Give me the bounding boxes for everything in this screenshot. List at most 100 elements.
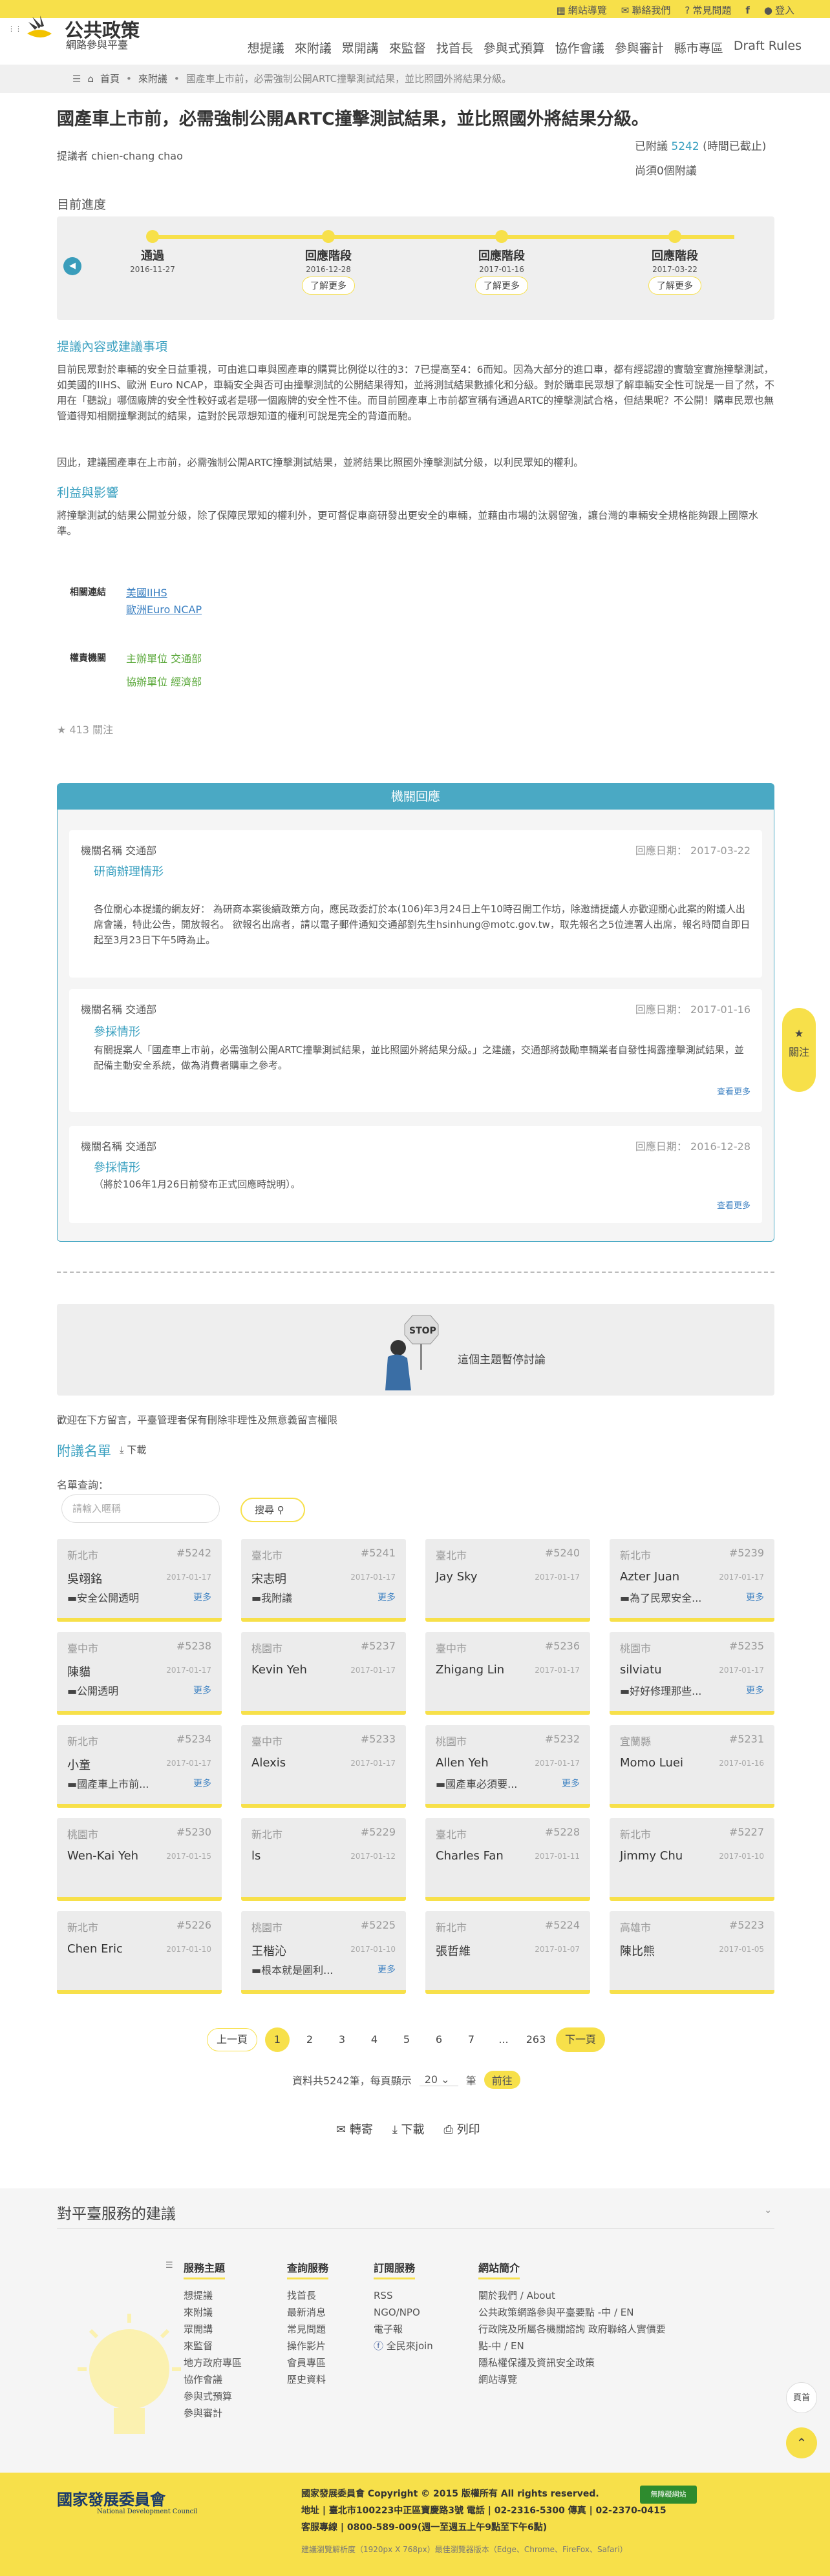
footer-link[interactable]: 隱私權保護及資訊安全政策 — [478, 2354, 672, 2371]
learn-more-button[interactable]: 了解更多 — [302, 277, 355, 295]
download-button[interactable]: ⤓ 下載 — [392, 2120, 425, 2137]
page-ellipsis: ... — [498, 2033, 509, 2046]
page-button[interactable]: 263 — [524, 2027, 548, 2052]
download-icon: ⤓ — [120, 1444, 124, 1456]
learn-more-button[interactable]: 了解更多 — [475, 277, 528, 295]
nav-item[interactable]: 來附議 — [290, 39, 337, 56]
footer-link[interactable]: 眾開講 — [184, 2321, 242, 2338]
footer-link[interactable]: 網站導覽 — [478, 2371, 672, 2388]
signer-card: 新北市 #5239 Azter Juan 2017-01-17 ▬為了民眾安全... 更多 — [610, 1539, 774, 1622]
footer-link[interactable]: 協作會議 — [184, 2371, 242, 2388]
view-more-link[interactable]: 查看更多 — [717, 1085, 750, 1097]
per-page-select[interactable]: 20 ⌄ — [419, 2073, 458, 2086]
nickname-search-input[interactable]: 請輸入暱稱 — [61, 1494, 220, 1523]
accessibility-badge[interactable]: 無障礙網站 — [640, 2486, 697, 2504]
more-link[interactable]: 更多 — [746, 1684, 764, 1697]
footer-link[interactable]: 關於我們 / About — [478, 2287, 672, 2304]
signer-card: 桃園市 #5230 Wen-Kai Yeh 2017-01-15 — [57, 1818, 222, 1901]
breadcrumb-home[interactable]: 首頁 — [100, 72, 120, 85]
stage-response: 回應階段 2017-01-16 了解更多 — [450, 230, 553, 295]
back-to-top-label[interactable]: 頁首 — [786, 2382, 817, 2413]
link-euro-ncap[interactable]: 歐洲Euro NCAP — [126, 601, 202, 616]
chevron-down-icon[interactable]: ⌄ — [764, 2205, 772, 2215]
footer-link[interactable]: NGO/NPO — [374, 2304, 433, 2321]
browser-note: 建議瀏覽解析度（1920px X 768px）最佳瀏覽器版本（Edge、Chro… — [301, 2545, 628, 2554]
nav-item[interactable]: 眾開講 — [337, 39, 384, 56]
nav-item[interactable]: 找首長 — [431, 39, 478, 56]
next-page-button[interactable]: 下一頁 — [556, 2027, 606, 2052]
footer-link[interactable]: 會員專區 — [287, 2354, 328, 2371]
nav-item[interactable]: Draft Rules — [729, 39, 807, 56]
nav-item[interactable]: 參與審計 — [610, 39, 669, 56]
footer-link[interactable]: 參與審計 — [184, 2405, 242, 2422]
page-button[interactable]: 3 — [330, 2027, 354, 2052]
footer-col-search: 查詢服務 找首長 最新消息 常見問題 操作影片 會員專區 歷史資料 — [287, 2259, 329, 2388]
prev-page-button[interactable]: 上一頁 — [207, 2028, 258, 2051]
home-icon[interactable]: ⌂ — [87, 73, 94, 85]
footer-link[interactable]: 找首長 — [287, 2287, 328, 2304]
comment-icon: ▬ — [67, 1685, 78, 1697]
footer-link[interactable]: 公共政策網路參與平臺要點 -中 / EN — [478, 2304, 672, 2321]
footer-link[interactable]: 行政院及所屬各機關諮詢 政府聯絡人實價要點-中 / EN — [478, 2321, 672, 2354]
download-list-button[interactable]: ⤓ 下載 — [120, 1443, 146, 1456]
page-button[interactable]: 1 — [265, 2027, 290, 2052]
comment-snippet: ▬國產車必須要... — [436, 1778, 518, 1790]
nav-item[interactable]: 想提議 — [242, 39, 290, 56]
page-button[interactable]: 5 — [394, 2027, 419, 2052]
footer-link[interactable]: 來附議 — [184, 2304, 242, 2321]
signer-card: 宜蘭縣 #5231 Momo Luei 2017-01-16 — [610, 1725, 774, 1808]
footer-link[interactable]: 參與式預算 — [184, 2388, 242, 2405]
discussion-paused: STOP 這個主題暫停討論 — [57, 1304, 774, 1396]
more-link[interactable]: 更多 — [193, 1591, 211, 1604]
scroll-top-button[interactable]: ⌃ — [786, 2427, 817, 2458]
progress-timeline: ◀ 通過 2016-11-27 回應階段 2016-12-28 了解更多 回應階段 20… — [57, 216, 774, 320]
breadcrumb-section[interactable]: 來附議 — [138, 72, 167, 85]
more-link[interactable]: 更多 — [193, 1777, 211, 1790]
page-button[interactable]: 4 — [362, 2027, 387, 2052]
play-icon[interactable]: ◀ — [63, 257, 81, 275]
ndc-logo[interactable]: 國家發展委員會 — [57, 2487, 165, 2509]
footer-link[interactable]: ⓕ 全民來join — [374, 2338, 433, 2354]
footer-link[interactable]: 地方政府專區 — [184, 2354, 242, 2371]
forward-button[interactable]: ✉ 轉寄 — [336, 2120, 373, 2137]
learn-more-button[interactable]: 了解更多 — [648, 277, 701, 295]
more-link[interactable]: 更多 — [378, 1591, 396, 1604]
nav-item[interactable]: 協作會議 — [550, 39, 610, 56]
page-button[interactable]: 2 — [297, 2027, 322, 2052]
agency-responses: 機關回應 機關名稱 交通部 回應日期： 2017-03-22 研商辦理情形 各位… — [57, 783, 774, 1242]
side-follow-button[interactable]: ★ 關注 — [782, 1008, 816, 1092]
footer-link[interactable]: RSS — [374, 2287, 433, 2304]
comment-icon: ▬ — [251, 1592, 262, 1604]
nav-item[interactable]: 縣市專區 — [669, 39, 729, 56]
more-link[interactable]: 更多 — [746, 1591, 764, 1604]
page-button[interactable]: 6 — [427, 2027, 451, 2052]
print-button[interactable]: ⎙ 列印 — [444, 2120, 480, 2137]
more-link[interactable]: 更多 — [193, 1684, 211, 1697]
co-agency: 協辦單位 經濟部 — [126, 676, 202, 688]
benefit-heading: 利益與影響 — [57, 486, 119, 500]
footer-link[interactable]: 常見問題 — [287, 2321, 328, 2338]
footer-link[interactable]: 最新消息 — [287, 2304, 328, 2321]
more-link[interactable]: 更多 — [562, 1777, 580, 1790]
page-size-control: 資料共5242筆，每頁顯示 20 ⌄ 筆 前往 — [292, 2071, 520, 2089]
nav-item[interactable]: 參與式預算 — [478, 39, 550, 56]
footer-link[interactable]: 歷史資料 — [287, 2371, 328, 2388]
link-iihs[interactable]: 美國IIHS — [126, 584, 167, 600]
go-button[interactable]: 前往 — [484, 2071, 520, 2089]
signer-card: 桃園市 #5237 Kevin Yeh 2017-01-17 — [241, 1632, 406, 1715]
signer-card: 臺北市 #5240 Jay Sky 2017-01-17 — [425, 1539, 590, 1622]
footer-link[interactable]: 電子報 — [374, 2321, 433, 2338]
site-header: ⋮⋮ 公共政策 網路參與平臺 想提議 來附議 眾開講 來監督 找首長 參與式預算… — [0, 0, 830, 63]
footer-link[interactable]: 想提議 — [184, 2287, 242, 2304]
more-link[interactable]: 更多 — [378, 1963, 396, 1976]
page-button[interactable]: 7 — [459, 2027, 484, 2052]
view-more-link[interactable]: 查看更多 — [717, 1199, 750, 1211]
footer-feedback-heading[interactable]: 對平臺服務的建議 — [57, 2201, 176, 2223]
logo-icon[interactable] — [26, 14, 53, 43]
footer-link[interactable]: 來監督 — [184, 2338, 242, 2354]
nav-item[interactable]: 來監督 — [384, 39, 431, 56]
menu-icon[interactable]: ⋮⋮ — [8, 25, 22, 35]
search-button[interactable]: 搜尋 ⚲ — [240, 1498, 305, 1522]
footer-link[interactable]: 操作影片 — [287, 2338, 328, 2354]
signer-card: 臺北市 #5241 宋志明 2017-01-17 ▬我附議 更多 — [241, 1539, 406, 1622]
